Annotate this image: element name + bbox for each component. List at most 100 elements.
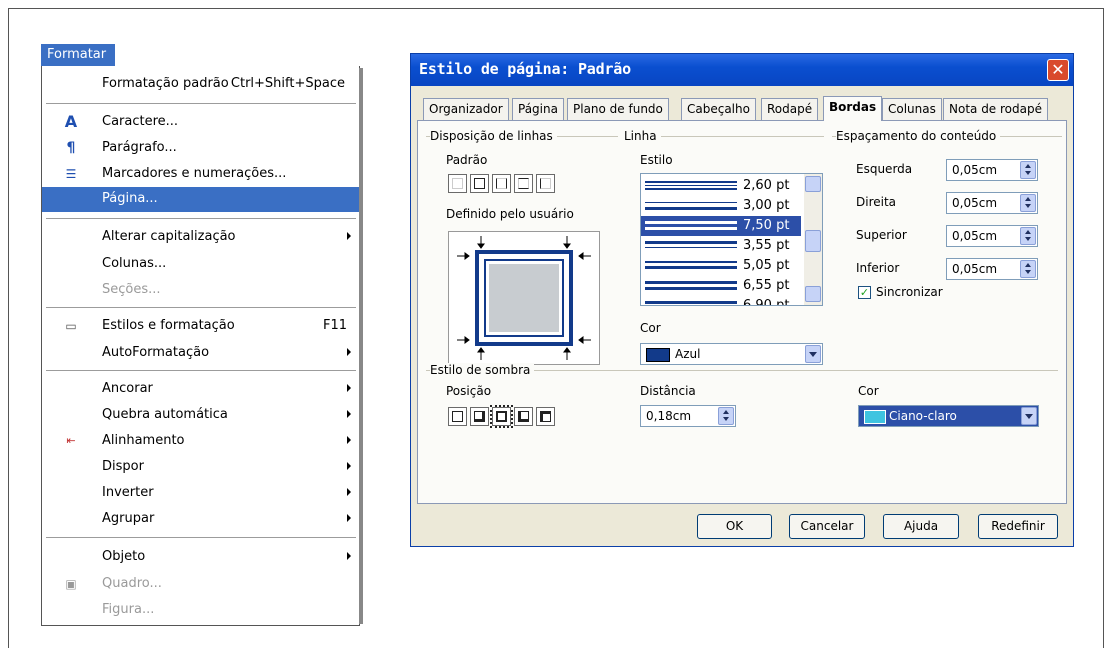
chevron-down-icon[interactable] <box>805 345 821 363</box>
tab-footnote[interactable]: Nota de rodapé <box>943 98 1048 120</box>
ok-button[interactable]: OK <box>697 514 772 539</box>
line-style-option[interactable]: 5,05 pt <box>641 256 801 276</box>
dialog-title: Estilo de página: Padrão <box>419 60 631 78</box>
menu-item-object[interactable]: Objeto <box>42 545 359 569</box>
cancel-button[interactable]: Cancelar <box>789 514 865 539</box>
spinner-icon[interactable] <box>1020 260 1036 278</box>
menu-item-arrange[interactable]: Dispor <box>42 455 359 479</box>
dialog-titlebar[interactable]: Estilo de página: Padrão ✕ <box>411 54 1073 86</box>
submenu-arrow-icon <box>347 436 351 444</box>
reset-button[interactable]: Redefinir <box>978 514 1058 539</box>
tab-page[interactable]: Página <box>512 98 564 120</box>
spacing-left-field[interactable]: 0,05cm <box>946 159 1038 181</box>
menu-separator <box>46 307 356 308</box>
spacing-top-field[interactable]: 0,05cm <box>946 225 1038 247</box>
line-style-option[interactable]: 6,55 pt <box>641 276 801 296</box>
border-preview-icon <box>457 236 591 360</box>
sync-label: Sincronizar <box>876 285 943 299</box>
shadow-distance-field[interactable]: 0,18cm <box>640 405 736 427</box>
user-defined-label: Definido pelo usuário <box>446 207 574 221</box>
preset-left[interactable] <box>536 174 555 193</box>
line-style-option[interactable]: 6,90 pt <box>641 296 801 306</box>
spinner-icon[interactable] <box>1020 227 1036 245</box>
menu-item-styles-formatting[interactable]: ▭ Estilos e formatação F11 <box>42 314 359 338</box>
line-style-scrollbar[interactable] <box>804 174 822 305</box>
line-color-swatch <box>646 348 670 362</box>
menu-formatar[interactable]: Formatar <box>41 44 115 66</box>
menu-separator <box>46 218 356 219</box>
menu-item-bullets-numbering[interactable]: ☰ Marcadores e numerações... <box>42 162 359 186</box>
align-icon: ⇤ <box>66 434 76 447</box>
line-style-option[interactable]: 2,60 pt <box>641 176 801 196</box>
menu-item-sections: Seções... <box>42 278 359 302</box>
shadow-color-label: Cor <box>858 384 879 398</box>
menu-item-group[interactable]: Agrupar <box>42 507 359 531</box>
menubar-line <box>115 44 360 67</box>
spacing-left-value: 0,05cm <box>952 163 998 177</box>
tab-columns[interactable]: Colunas <box>882 98 942 120</box>
tab-header[interactable]: Cabeçalho <box>681 98 756 120</box>
line-style-option[interactable]: 3,55 pt <box>641 236 801 256</box>
shadow-color-swatch <box>864 410 886 424</box>
menu-item-flip[interactable]: Inverter <box>42 481 359 505</box>
menu-item-label: Alterar capitalização <box>102 229 236 244</box>
menu-item-columns[interactable]: Colunas... <box>42 252 359 276</box>
close-icon[interactable]: ✕ <box>1047 59 1069 81</box>
menu-item-anchor[interactable]: Ancorar <box>42 377 359 401</box>
tab-organizer[interactable]: Organizador <box>423 98 509 120</box>
tab-borders[interactable]: Bordas <box>823 96 883 121</box>
menu-item-wrap[interactable]: Quebra automática <box>42 403 359 427</box>
submenu-arrow-icon <box>347 410 351 418</box>
menu-item-autoformat[interactable]: AutoFormatação <box>42 341 359 365</box>
scroll-thumb[interactable] <box>805 230 821 252</box>
shadow-position-label: Posição <box>446 384 492 398</box>
submenu-arrow-icon <box>347 348 351 356</box>
scroll-up-icon[interactable] <box>805 176 821 192</box>
menu-item-character[interactable]: A Caractere... <box>42 110 359 134</box>
spinner-icon[interactable] <box>718 407 734 425</box>
menu-item-change-case[interactable]: Alterar capitalização <box>42 225 359 249</box>
tab-background[interactable]: Plano de fundo <box>567 98 669 120</box>
spacing-bottom-field[interactable]: 0,05cm <box>946 258 1038 280</box>
menu-separator <box>46 370 356 371</box>
submenu-arrow-icon <box>347 552 351 560</box>
shadow-none[interactable] <box>448 407 467 426</box>
spinner-icon[interactable] <box>1020 194 1036 212</box>
help-button[interactable]: Ajuda <box>883 514 959 539</box>
line-style-list[interactable]: 2,60 pt 3,00 pt 7,50 pt 3,55 pt 5,05 pt … <box>640 173 823 306</box>
preset-box[interactable] <box>470 174 489 193</box>
spacing-right-value: 0,05cm <box>952 196 998 210</box>
spacing-bottom-value: 0,05cm <box>952 262 998 276</box>
tab-footer[interactable]: Rodapé <box>761 98 819 120</box>
line-style-text: 6,55 pt <box>743 278 790 293</box>
menu-item-label: Marcadores e numerações... <box>102 166 287 181</box>
line-style-option-selected[interactable]: 7,50 pt <box>641 216 801 236</box>
preset-left-right[interactable] <box>492 174 511 193</box>
menu-item-label: Dispor <box>102 459 144 474</box>
spinner-icon[interactable] <box>1020 161 1036 179</box>
menu-item-label: Parágrafo... <box>102 140 177 155</box>
user-defined-border-canvas[interactable] <box>448 231 600 365</box>
line-style-text: 5,05 pt <box>743 258 790 273</box>
menu-item-label: Agrupar <box>102 511 155 526</box>
preset-none[interactable] <box>448 174 467 193</box>
menu-item-alignment[interactable]: ⇤ Alinhamento <box>42 429 359 453</box>
shadow-bottom-left[interactable] <box>514 407 533 426</box>
bullets-icon: ☰ <box>65 167 77 181</box>
menu-item-default-formatting[interactable]: Formatação padrão Ctrl+Shift+Space <box>42 72 359 96</box>
preset-top-bottom[interactable] <box>514 174 533 193</box>
scroll-down-icon[interactable] <box>805 286 821 302</box>
line-style-option[interactable]: 3,00 pt <box>641 196 801 216</box>
shadow-bottom-right[interactable] <box>470 407 489 426</box>
line-color-select[interactable]: Azul <box>640 343 823 365</box>
shadow-top-right[interactable] <box>490 405 513 428</box>
sync-checkbox[interactable]: ✓ <box>858 286 871 299</box>
menu-item-paragraph[interactable]: ¶ Parágrafo... <box>42 136 359 160</box>
line-style-text: 3,55 pt <box>743 238 790 253</box>
shadow-top-left[interactable] <box>536 407 555 426</box>
shadow-color-select[interactable]: Ciano-claro <box>858 405 1039 427</box>
spacing-right-field[interactable]: 0,05cm <box>946 192 1038 214</box>
line-style-text: 6,90 pt <box>743 298 790 306</box>
menu-item-page[interactable]: Página... <box>42 187 359 212</box>
chevron-down-icon[interactable] <box>1021 407 1037 425</box>
